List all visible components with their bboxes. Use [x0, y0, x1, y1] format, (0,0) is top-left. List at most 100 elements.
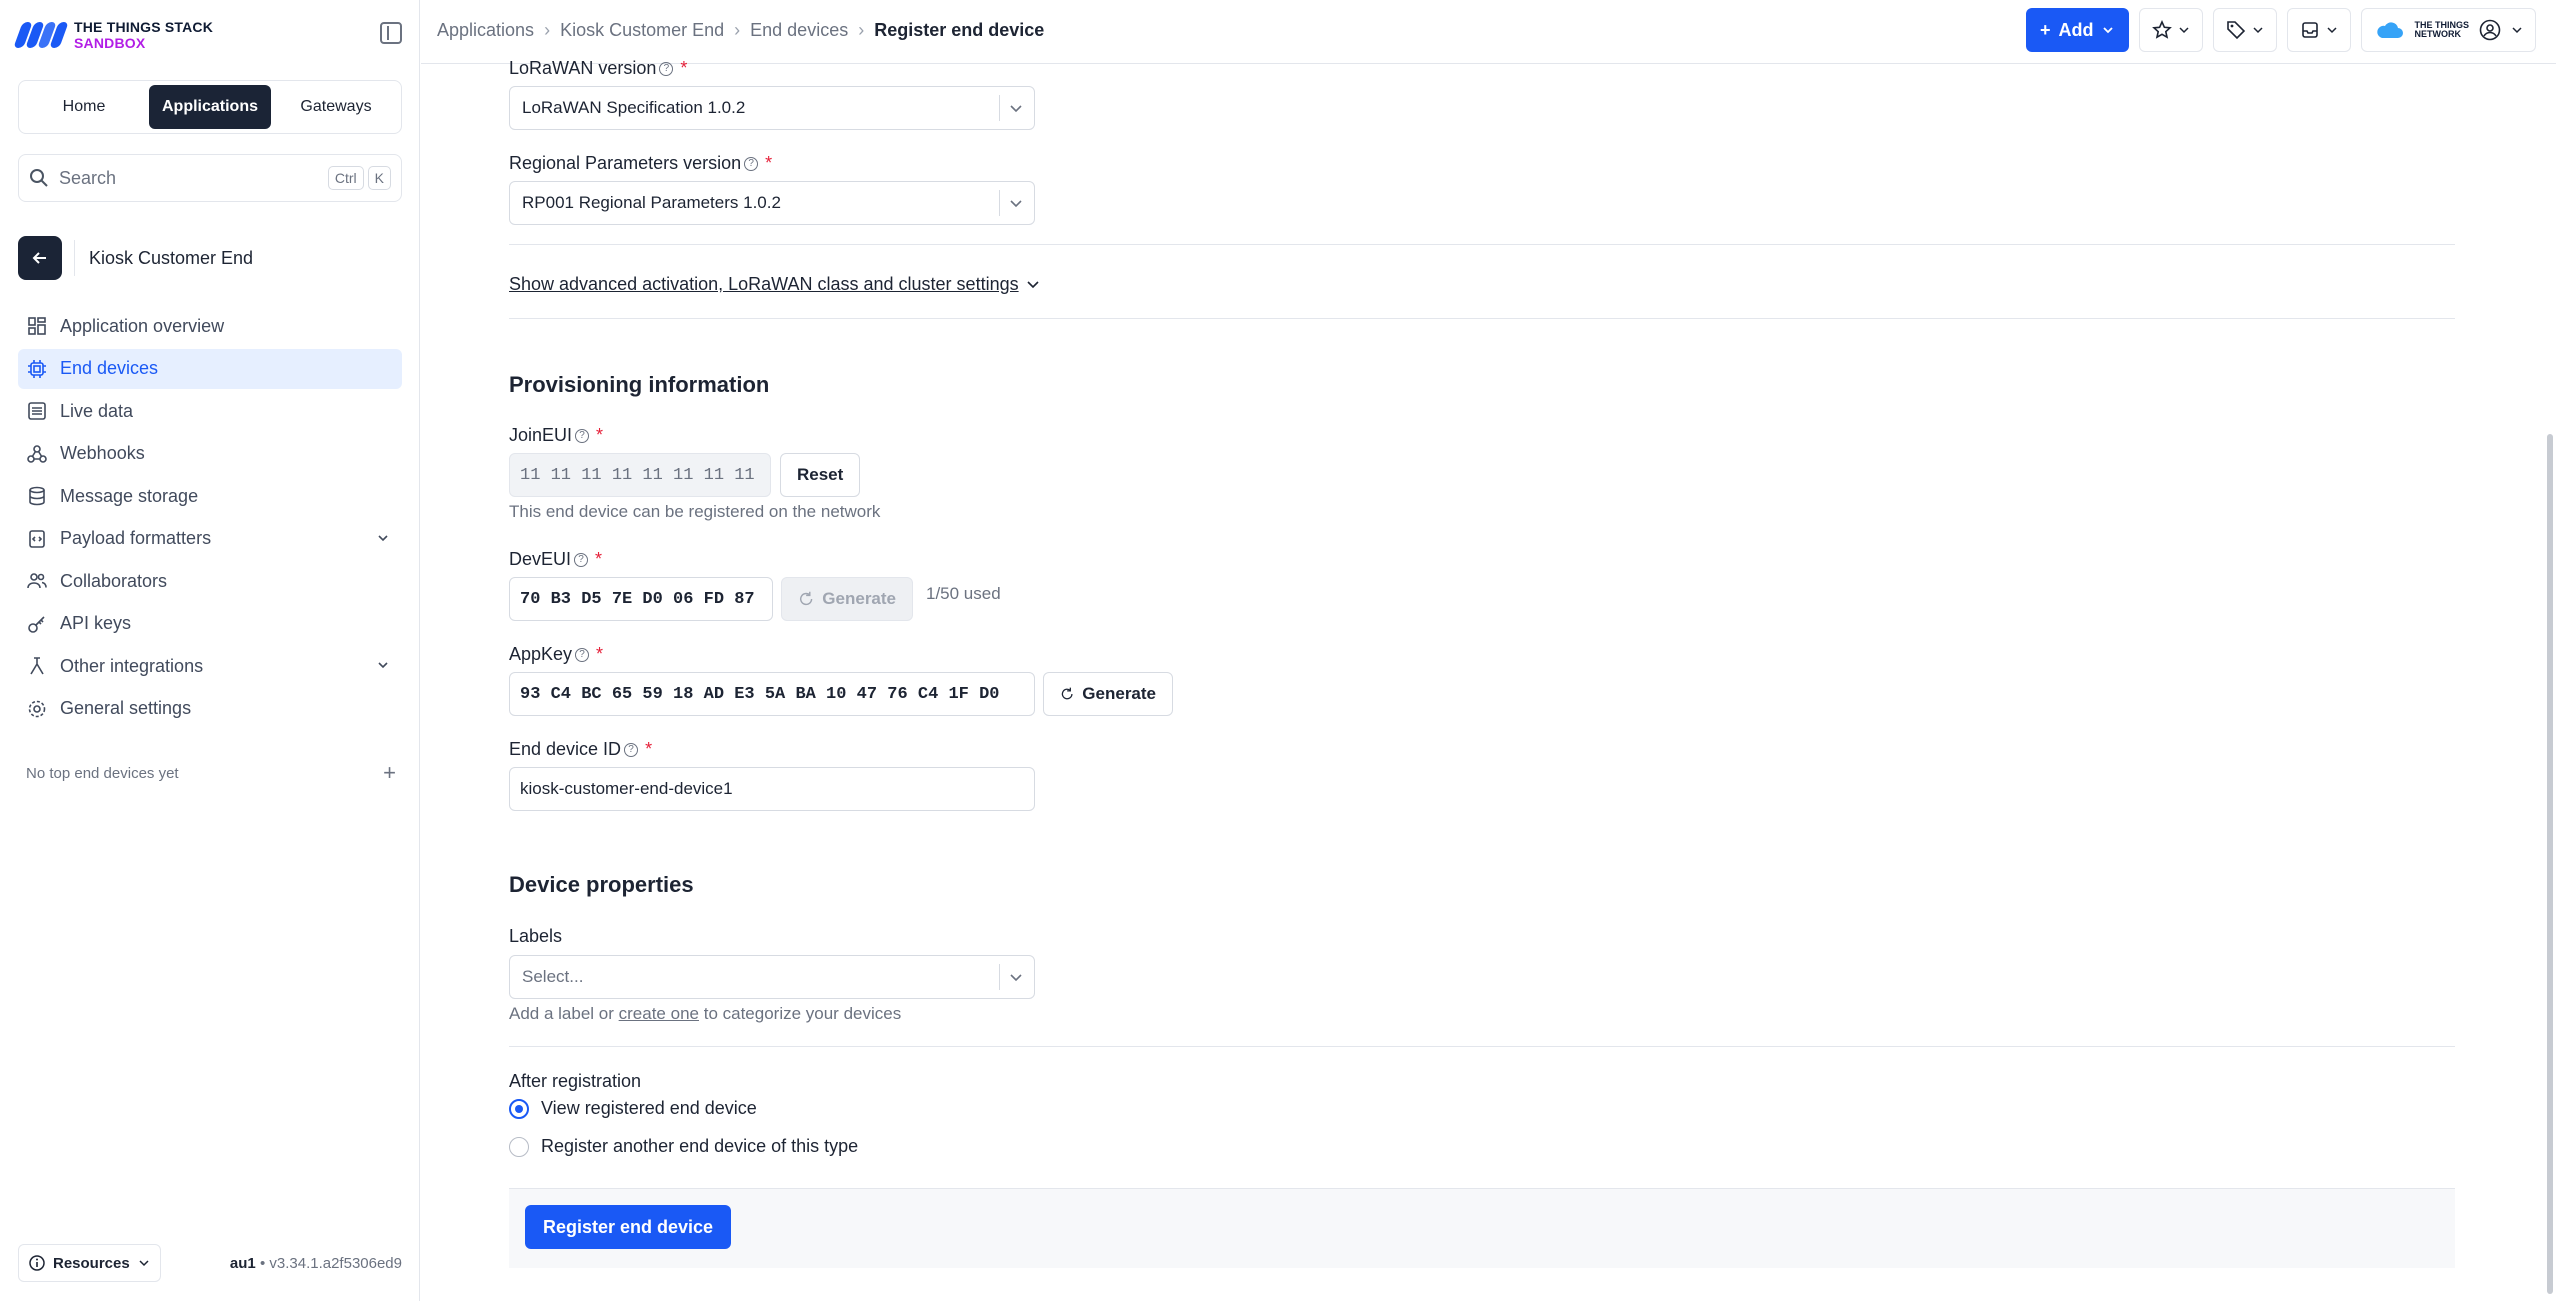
key-icon: [26, 613, 48, 635]
back-button[interactable]: [18, 236, 62, 280]
sidebar-item-label: API keys: [60, 613, 132, 633]
plus-icon: +: [2039, 19, 2051, 40]
sidebar-item-live-data[interactable]: Live data: [18, 391, 402, 431]
scrollbar-thumb[interactable]: [2547, 434, 2553, 1294]
add-top-device-icon[interactable]: +: [383, 760, 396, 786]
help-icon[interactable]: ?: [624, 742, 639, 757]
help-icon[interactable]: ?: [575, 647, 590, 662]
resources-button[interactable]: Resources: [18, 1244, 161, 1282]
resources-label: Resources: [53, 1254, 130, 1272]
chevron-down-icon: [1008, 969, 1024, 990]
inbox-icon: [2302, 22, 2319, 38]
shortcut-ctrl: Ctrl: [327, 166, 364, 190]
help-icon[interactable]: ?: [575, 428, 590, 443]
inbox-button[interactable]: [2287, 8, 2352, 52]
sidebar-item-other-integrations[interactable]: Other integrations: [18, 646, 402, 686]
sidebar-item-message-storage[interactable]: Message storage: [18, 476, 402, 516]
tags-button[interactable]: [2213, 8, 2278, 52]
sidebar-item-payload-formatters[interactable]: Payload formatters: [18, 519, 402, 559]
tab-applications[interactable]: Applications: [149, 85, 271, 129]
joineui-input[interactable]: 11 11 11 11 11 11 11 11: [509, 453, 771, 497]
required-marker: *: [595, 549, 603, 569]
generate-appkey-button[interactable]: Generate: [1043, 672, 1173, 716]
advanced-settings-toggle[interactable]: Show advanced activation, LoRaWAN class …: [509, 274, 1041, 295]
cloud-icon: [2377, 22, 2404, 38]
tag-icon: [2227, 21, 2246, 40]
joineui-text: JoinEUI: [509, 425, 573, 445]
device-id-label: End device ID ? *: [509, 739, 652, 760]
generate-label: Generate: [822, 589, 896, 608]
tab-home[interactable]: Home: [23, 85, 145, 129]
sidebar-item-webhooks[interactable]: Webhooks: [18, 434, 402, 474]
scrollbar[interactable]: [2544, 64, 2556, 1301]
provisioning-title: Provisioning information: [509, 372, 770, 397]
list-icon: [26, 400, 48, 422]
sidebar-nav: Application overview End devices Live da…: [18, 306, 402, 731]
chevron-down-icon[interactable]: [376, 529, 390, 550]
deveui-usage: 1/50 used: [926, 584, 1001, 603]
deveui-text: DevEUI: [509, 549, 572, 569]
account-button[interactable]: THE THINGS NETWORK: [2361, 8, 2536, 52]
labels-select[interactable]: Select...: [509, 955, 1035, 999]
sidebar-item-api-keys[interactable]: API keys: [18, 604, 402, 644]
device-id-input[interactable]: kiosk-customer-end-device1: [509, 767, 1035, 811]
sidebar-item-collaborators[interactable]: Collaborators: [18, 561, 402, 601]
bookmarks-button[interactable]: [2139, 8, 2204, 52]
radio-unselected[interactable]: [509, 1136, 529, 1157]
breadcrumb-end-devices[interactable]: End devices: [750, 20, 848, 41]
sidebar-item-general-settings[interactable]: General settings: [18, 689, 402, 729]
search-input[interactable]: Search Ctrl K: [18, 154, 402, 202]
top-devices-empty-text: No top end devices yet: [26, 764, 179, 782]
breadcrumb-applications[interactable]: Applications: [437, 20, 534, 41]
select-divider: [999, 964, 1000, 990]
appkey-input[interactable]: 93 C4 BC 65 59 18 AD E3 5A BA 10 47 76 C…: [509, 672, 1035, 716]
chevron-down-icon: [139, 1260, 149, 1267]
advanced-settings-link[interactable]: Show advanced activation, LoRaWAN class …: [509, 274, 1019, 295]
generate-deveui-button[interactable]: Generate: [781, 577, 913, 621]
deveui-input[interactable]: 70 B3 D5 7E D0 06 FD 87: [509, 577, 773, 621]
sidebar-item-application-overview[interactable]: Application overview: [18, 306, 402, 346]
regional-params-text: Regional Parameters version: [509, 153, 742, 173]
collapse-sidebar-icon[interactable]: [380, 22, 402, 44]
sidebar: THE THINGS STACK SANDBOX Home Applicatio…: [0, 0, 420, 1301]
help-icon[interactable]: ?: [574, 552, 589, 567]
breadcrumb-current: Register end device: [874, 20, 1045, 40]
lorawan-version-value: LoRaWAN Specification 1.0.2: [522, 98, 746, 117]
gear-icon: [26, 698, 48, 720]
sidebar-item-label: Live data: [60, 400, 134, 421]
brand-logo[interactable]: THE THINGS STACK SANDBOX: [13, 18, 213, 52]
generate-label: Generate: [1082, 684, 1156, 703]
labels-placeholder: Select...: [522, 967, 584, 986]
users-icon: [26, 570, 48, 592]
divider: [509, 318, 2455, 319]
radio-register-another[interactable]: Register another end device of this type: [509, 1136, 858, 1157]
chevron-down-icon: [2512, 27, 2522, 34]
help-icon[interactable]: ?: [744, 156, 759, 171]
joineui-hint: This end device can be registered on the…: [509, 502, 881, 521]
register-end-device-button[interactable]: Register end device: [525, 1205, 732, 1249]
webhook-icon: [26, 443, 48, 465]
radio-view-registered[interactable]: View registered end device: [509, 1098, 757, 1119]
chevron-down-icon[interactable]: [376, 656, 390, 677]
radio-selected[interactable]: [509, 1098, 529, 1119]
joineui-label: JoinEUI ? *: [509, 425, 603, 446]
database-icon: [26, 485, 48, 507]
sidebar-item-end-devices[interactable]: End devices: [18, 348, 402, 389]
device-properties-title: Device properties: [509, 872, 694, 897]
breadcrumb-application[interactable]: Kiosk Customer End: [560, 20, 724, 41]
refresh-icon: [800, 591, 813, 606]
lorawan-version-select[interactable]: LoRaWAN Specification 1.0.2: [509, 86, 1035, 130]
integration-icon: [26, 655, 48, 677]
tab-gateways[interactable]: Gateways: [275, 85, 397, 129]
required-marker: *: [680, 58, 688, 78]
reset-button[interactable]: Reset: [780, 453, 861, 497]
breadcrumb: Applications › Kiosk Customer End › End …: [437, 20, 1044, 41]
create-label-link[interactable]: create one: [619, 1004, 699, 1023]
help-icon[interactable]: ?: [659, 61, 674, 76]
sidebar-item-label: Collaborators: [60, 570, 168, 591]
add-button[interactable]: + Add: [2025, 8, 2130, 52]
refresh-icon: [1061, 687, 1073, 700]
required-marker: *: [596, 425, 604, 445]
brand-mark-icon: [13, 22, 69, 48]
regional-params-select[interactable]: RP001 Regional Parameters 1.0.2: [509, 181, 1035, 225]
